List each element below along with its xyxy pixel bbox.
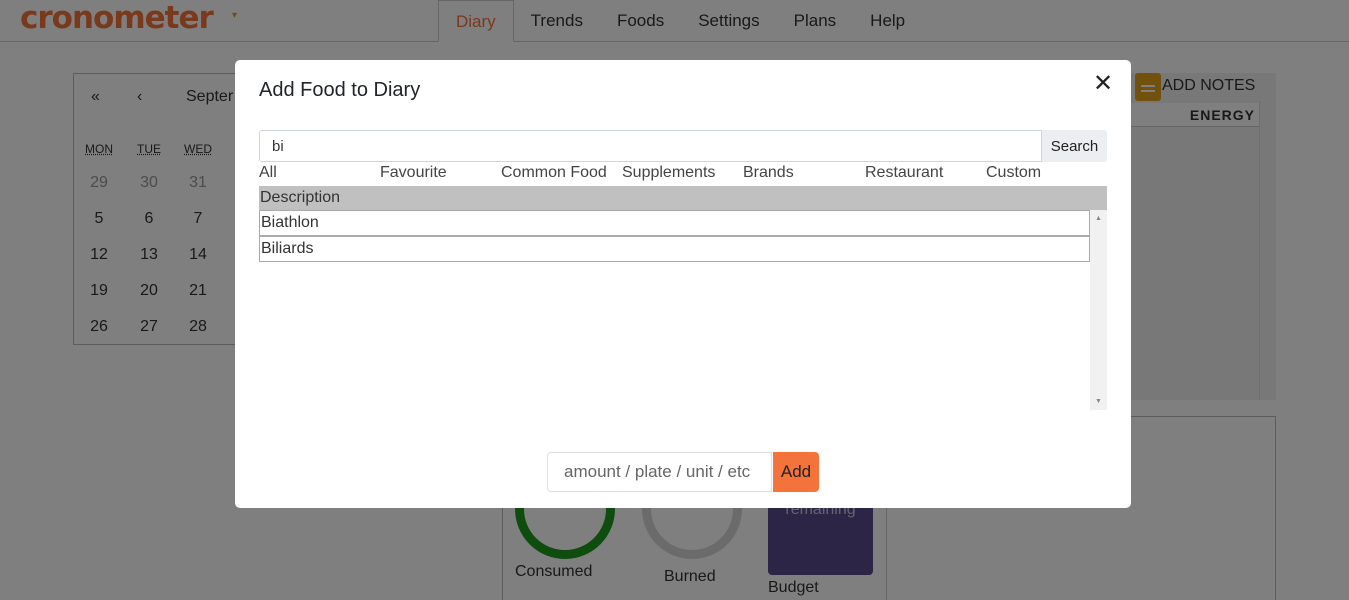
results-list: Biathlon Biliards ▲ ▼: [259, 210, 1107, 410]
results-scrollbar[interactable]: ▲ ▼: [1090, 210, 1107, 410]
search-button[interactable]: Search: [1042, 130, 1107, 162]
scroll-down-icon[interactable]: ▼: [1090, 393, 1107, 410]
result-row[interactable]: Biliards: [259, 236, 1090, 262]
filter-tab-brands[interactable]: Brands: [743, 164, 864, 182]
filter-tab-custom[interactable]: Custom: [986, 164, 1107, 182]
scroll-up-icon[interactable]: ▲: [1090, 210, 1107, 227]
add-food-modal: Add Food to Diary ✕ Search All Favourite…: [235, 60, 1131, 508]
result-row[interactable]: Biathlon: [259, 210, 1090, 236]
description-column-header: Description: [259, 186, 1107, 210]
filter-tab-all[interactable]: All: [259, 164, 380, 182]
filter-tab-restaurant[interactable]: Restaurant: [865, 164, 986, 182]
filter-tab-favourite[interactable]: Favourite: [380, 164, 501, 182]
add-button[interactable]: Add: [773, 452, 819, 492]
filter-tab-common-food[interactable]: Common Food: [501, 164, 622, 182]
amount-input[interactable]: [547, 452, 772, 492]
modal-title: Add Food to Diary: [259, 79, 421, 101]
filter-tab-supplements[interactable]: Supplements: [622, 164, 743, 182]
food-search-input[interactable]: [259, 130, 1042, 162]
close-icon[interactable]: ✕: [1092, 72, 1114, 96]
